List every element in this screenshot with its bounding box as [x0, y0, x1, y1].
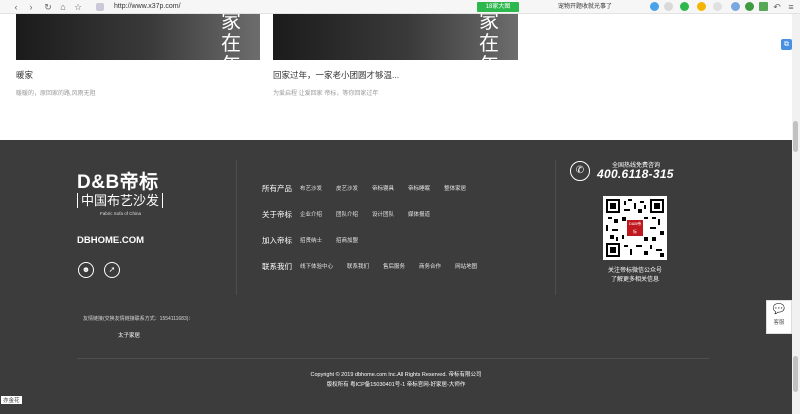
browser-toolbar: ‹ › ↻ ⌂ ☆ http://www.x37p.com/ 18家大图 宠物开…	[0, 0, 800, 14]
footer-nav-heading[interactable]: 关于帝标	[262, 209, 300, 220]
footer-nav-link[interactable]: 招商加盟	[336, 236, 358, 244]
footer-nav-heading[interactable]: 加入帝标	[262, 235, 300, 246]
extension-icon[interactable]	[697, 2, 706, 11]
customer-service-button[interactable]: 💬 客服	[766, 300, 792, 334]
back-icon[interactable]: ‹	[10, 1, 22, 13]
footer-nav-link[interactable]: 布艺沙发	[300, 184, 322, 192]
weibo-icon[interactable]: ☻	[78, 262, 94, 278]
star-icon[interactable]: ☆	[72, 1, 84, 13]
footer-nav-link[interactable]: 招贤纳士	[300, 236, 322, 244]
undo-icon[interactable]: ↶	[771, 1, 783, 13]
extension-icon[interactable]	[664, 2, 673, 11]
magnifier-icon[interactable]	[731, 2, 740, 11]
footer-nav-heading[interactable]: 联系我们	[262, 261, 300, 272]
footer-nav-row: 联系我们 线下体验中心 联系我们 售后服务 商务合作 网站地图	[262, 260, 491, 272]
divider	[555, 160, 556, 295]
reload-icon[interactable]: ↻	[42, 1, 54, 13]
footer-nav-row: 加入帝标 招贤纳士 招商加盟	[262, 234, 372, 246]
footer-logo[interactable]: D&B帝标	[77, 167, 159, 194]
image-badge[interactable]: 18家大图	[477, 2, 519, 12]
news-section: 家在年 家在年 暖家 暖暖的，原回家的路,风雨无阻 回家过年，一家老小团圆才够温…	[0, 14, 792, 140]
card-image[interactable]: 家在年	[273, 14, 518, 60]
page-scrollbar[interactable]	[792, 14, 800, 414]
status-bar: 亦金花	[0, 396, 792, 414]
extension-icon[interactable]	[650, 2, 659, 11]
copyright-text: Copyright © 2019 dbhome.com Inc.All Righ…	[310, 372, 482, 378]
footer-nav-link[interactable]: 皮艺沙发	[336, 184, 358, 192]
status-text: 亦金花	[1, 396, 22, 404]
friend-link[interactable]: 太子家居	[118, 331, 140, 339]
forward-icon[interactable]: ›	[25, 1, 37, 13]
footer-logo-english: Fabric Sofa of China	[100, 211, 142, 216]
hotline-number: 400.6118-315	[597, 167, 674, 181]
footer-logo-subtitle: 中国布艺沙发	[77, 193, 164, 208]
qr-center-logo: D&B帝标	[627, 220, 643, 236]
battery-icon[interactable]	[759, 2, 768, 11]
divider	[236, 160, 237, 295]
scrollbar-thumb[interactable]	[793, 121, 798, 152]
footer-nav-heading[interactable]: 所有产品	[262, 183, 300, 194]
footer-nav-link[interactable]: 网站地图	[455, 262, 477, 270]
card-image-text: 家在年	[221, 14, 241, 60]
footer-nav-link[interactable]: 媒体报道	[408, 210, 430, 218]
footer-nav-link[interactable]: 帝标睡眠	[408, 184, 430, 192]
follow-text: 关注帝标微信公众号 了解更多相关信息	[594, 267, 676, 285]
card-desc: 暖暖的，原回家的路,风雨无阻	[16, 91, 96, 97]
address-bar[interactable]: http://www.x37p.com/	[114, 2, 181, 12]
divider	[77, 358, 709, 359]
site-footer: D&B帝标 中国布艺沙发 Fabric Sofa of China DBHOME…	[0, 140, 792, 414]
follow-line: 关注帝标微信公众号	[607, 268, 662, 274]
extension-icon[interactable]	[680, 2, 689, 11]
footer-nav-link[interactable]: 联系我们	[347, 262, 369, 270]
footer-nav-link[interactable]: 设计团队	[372, 210, 394, 218]
card-image[interactable]: 家在年	[16, 14, 260, 60]
home-icon[interactable]: ⌂	[57, 1, 69, 13]
extension-icon[interactable]	[713, 2, 722, 11]
card-title[interactable]: 暖家	[16, 69, 33, 81]
chat-icon: 💬	[772, 304, 786, 315]
footer-nav-link[interactable]: 商务合作	[419, 262, 441, 270]
footer-site-domain: DBHOME.COM	[77, 235, 145, 246]
footer-nav-link[interactable]: 帝标寝具	[372, 184, 394, 192]
follow-line: 了解更多相关信息	[610, 277, 659, 283]
menu-icon[interactable]: ≡	[785, 1, 797, 13]
footer-nav-row: 所有产品 布艺沙发 皮艺沙发 帝标寝具 帝标睡眠 整体家居	[262, 182, 480, 194]
share-icon[interactable]: ⧉	[781, 39, 792, 50]
site-favicon-icon	[96, 3, 104, 11]
wechat-icon[interactable]: ➚	[104, 262, 120, 278]
card-title[interactable]: 回家过年，一家老小团圆才够温...	[273, 69, 399, 81]
extension-icon[interactable]	[745, 2, 754, 11]
scrollbar-thumb[interactable]	[793, 356, 798, 392]
footer-nav-link[interactable]: 售后服务	[383, 262, 405, 270]
phone-icon: ✆	[570, 161, 590, 181]
card-image-text: 家在年	[479, 14, 499, 60]
footer-nav-link[interactable]: 整体家居	[444, 184, 466, 192]
icp-text: 版权所有 粤ICP备15030401号-1 帝标官网-好家居-大师作	[326, 382, 466, 388]
friend-links-label: 友情链接(交换友情链接联系方式：1554111683)：	[83, 316, 194, 322]
footer-nav-link[interactable]: 团队介绍	[336, 210, 358, 218]
footer-nav-link[interactable]: 企业介绍	[300, 210, 322, 218]
wechat-qr-code: D&B帝标	[603, 196, 667, 260]
footer-nav-link[interactable]: 线下体验中心	[300, 262, 333, 270]
search-box[interactable]: 宠物开题收就光事了	[558, 2, 612, 12]
card-desc: 为爱启程 让爱回家 帝标，等你回家过年	[273, 91, 379, 97]
footer-nav-row: 关于帝标 企业介绍 团队介绍 设计团队 媒体报道	[262, 208, 444, 220]
customer-service-label: 客服	[773, 320, 785, 326]
